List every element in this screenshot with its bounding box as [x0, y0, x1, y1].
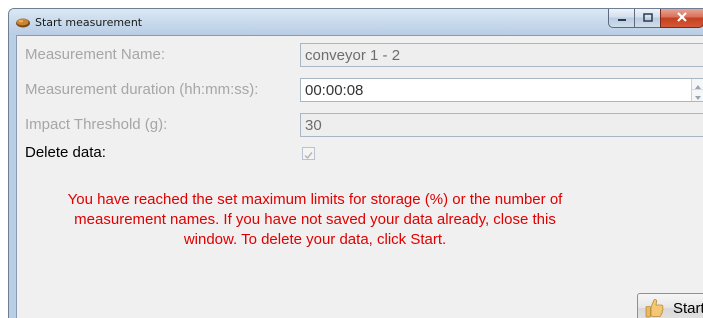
dialog-body: Measurement Name: conveyor 1 - 2 Measure… [16, 35, 703, 318]
title-bar[interactable]: Start measurement [9, 9, 703, 35]
impact-threshold-field[interactable]: 30 [300, 113, 703, 137]
start-measurement-window: Start measurement Measurement Name: conv [8, 8, 703, 318]
thumbs-up-icon [644, 297, 666, 318]
measurement-duration-value: 00:00:08 [305, 82, 364, 99]
delete-data-label: Delete data: [25, 144, 106, 161]
delete-data-checkbox[interactable] [302, 147, 315, 160]
measurement-duration-label: Measurement duration (hh:mm:ss): [25, 81, 259, 98]
close-icon [676, 9, 688, 27]
caption-buttons [608, 9, 703, 28]
measurement-name-label: Measurement Name: [25, 46, 166, 63]
duration-spinner [691, 79, 703, 101]
spin-down-button[interactable] [692, 90, 703, 101]
warning-line-1: You have reached the set maximum limits … [67, 191, 563, 208]
maximize-button[interactable] [634, 9, 660, 28]
measurement-duration-field[interactable]: 00:00:08 [300, 78, 703, 102]
chevron-down-icon [694, 87, 701, 104]
warning-line-3: window. To delete your data, click Start… [183, 231, 447, 248]
tape-measure-icon [15, 14, 31, 30]
measurement-name-field[interactable]: conveyor 1 - 2 [300, 43, 703, 67]
start-button[interactable]: Start [637, 293, 703, 318]
window-title: Start measurement [35, 16, 143, 29]
minimize-button[interactable] [608, 9, 634, 28]
impact-threshold-label: Impact Threshold (g): [25, 116, 168, 133]
storage-limit-warning: You have reached the set maximum limits … [17, 190, 613, 250]
warning-line-2: measurement names. If you have not saved… [74, 211, 556, 228]
start-button-label: Start [673, 299, 703, 317]
minimize-icon [617, 9, 627, 27]
close-button[interactable] [660, 9, 703, 28]
checkmark-icon [303, 148, 314, 165]
maximize-icon [642, 9, 653, 27]
